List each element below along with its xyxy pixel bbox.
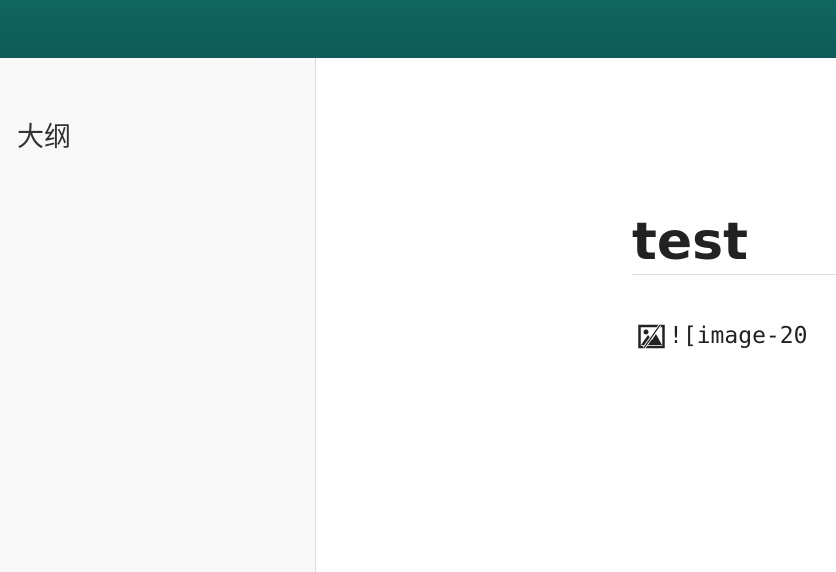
image-markdown-line[interactable]: ![image-20 xyxy=(638,320,807,352)
broken-image-icon xyxy=(638,323,665,350)
image-markdown-text: ![image-20 xyxy=(669,323,808,349)
editor-area[interactable]: test ![image-20 xyxy=(316,58,836,572)
sidebar: 大纲 xyxy=(0,58,316,572)
top-bar xyxy=(0,0,836,58)
document-heading[interactable]: test xyxy=(632,208,748,276)
heading-divider xyxy=(632,274,836,275)
outline-title[interactable]: 大纲 xyxy=(17,120,71,156)
